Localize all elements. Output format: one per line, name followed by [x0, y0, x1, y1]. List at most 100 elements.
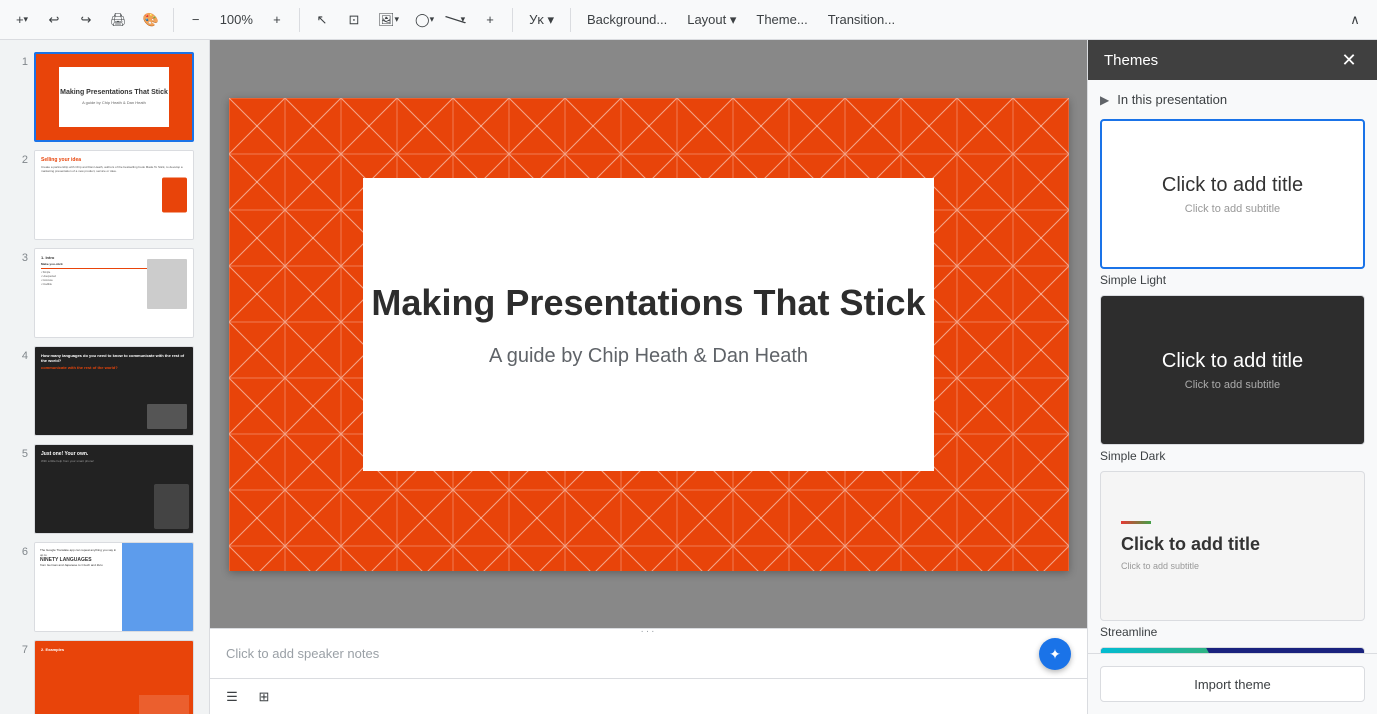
shape-button[interactable]: ◯ ▾ — [409, 6, 440, 34]
canvas-scroll[interactable]: Making Presentations That Stick A guide … — [210, 40, 1087, 628]
slide-thumb-content: Create a partnership with Chip and Dan H… — [41, 165, 187, 173]
slide-thumb-text2: from German and Japanese to Czech and Zu… — [40, 563, 117, 567]
close-icon: ✕ — [1341, 50, 1356, 71]
slide-number: 1 — [8, 56, 28, 68]
print-icon: 🖨 — [110, 12, 127, 28]
themes-panel: Themes ✕ ▶ In this presentation Click to… — [1087, 40, 1377, 714]
themes-import-section: Import theme — [1088, 653, 1377, 714]
slide-thumb-image — [147, 259, 187, 309]
theme-card-simple-light[interactable]: Click to add title Click to add subtitle… — [1100, 119, 1365, 287]
undo-button[interactable]: ↩ — [40, 6, 68, 34]
background-button[interactable]: Background... — [579, 6, 675, 34]
collapse-icon: ∧ — [1350, 12, 1360, 28]
zoom-out-icon: − — [192, 12, 200, 27]
slide-thumbnail[interactable]: The Google Translate app can repeat anyt… — [34, 542, 194, 632]
themes-header: Themes ✕ — [1088, 40, 1377, 80]
zoom-in-icon: + — [273, 12, 281, 27]
text-box-button[interactable]: ⊡ — [340, 6, 368, 34]
main-container: 1 Making Presentations That Stick A guid… — [0, 40, 1377, 714]
shape-icon: ◯ — [415, 12, 430, 28]
slide-thumbnail[interactable]: 1. Intro Make-you-stick • Simple• Unexpe… — [34, 248, 194, 338]
image-button[interactable]: 🖼 ▾ — [372, 6, 405, 34]
grid-view-button[interactable]: ⊞ — [250, 683, 278, 711]
slide-thumb-white-center: Making Presentations That Stick A guide … — [59, 67, 168, 127]
slide-item[interactable]: 6 The Google Translate app can repeat an… — [0, 538, 209, 636]
slide-item[interactable]: 7 2. Examples — [0, 636, 209, 714]
slide-subtitle[interactable]: A guide by Chip Heath & Dan Heath — [489, 345, 808, 368]
slide-thumbnail[interactable]: 2. Examples — [34, 640, 194, 714]
select-tool-button[interactable]: ↖ — [308, 6, 336, 34]
zoom-out-button[interactable]: − — [182, 6, 210, 34]
slide-thumb-image — [162, 178, 187, 213]
theme-name-simple-dark: Simple Dark — [1100, 449, 1365, 463]
shape-dropdown-icon: ▾ — [430, 14, 435, 25]
slide-thumbnail[interactable]: Selling your idea Create a partnership w… — [34, 150, 194, 240]
line-button[interactable]: ╲ ▾ — [444, 6, 472, 34]
slide-thumbnail[interactable]: Making Presentations That Stick A guide … — [34, 52, 194, 142]
slide-item[interactable]: 1 Making Presentations That Stick A guid… — [0, 48, 209, 146]
themes-section-header[interactable]: ▶ In this presentation — [1100, 92, 1365, 107]
more-button[interactable]: + — [476, 6, 504, 34]
slide-thumbnail[interactable]: Just one! Your own. With a little help f… — [34, 444, 194, 534]
smart-compose-button[interactable]: ✦ — [1039, 638, 1071, 670]
slide-content-area[interactable]: Making Presentations That Stick A guide … — [363, 178, 934, 471]
slide-thumb-title: How many languages do you need to know t… — [41, 353, 187, 363]
transition-button[interactable]: Transition... — [820, 6, 903, 34]
cursor-icon: ↖ — [317, 12, 328, 28]
redo-icon: ↪ — [81, 12, 92, 28]
print-button[interactable]: 🖨 — [104, 6, 133, 34]
collapse-panel-button[interactable]: ∧ — [1341, 6, 1369, 34]
font-button[interactable]: Уκ ▾ — [521, 6, 562, 34]
image-icon: 🖼 — [378, 12, 395, 28]
list-view-button[interactable]: ☰ — [218, 683, 246, 711]
slide-item[interactable]: 2 Selling your idea Create a partnership… — [0, 146, 209, 244]
toolbar: + ▾ ↩ ↪ 🖨 🎨 − 100% + ↖ ⊡ 🖼 ▾ ◯ ▾ ╲ ▾ + — [0, 0, 1377, 40]
theme-card-streamline[interactable]: Click to add title Click to add subtitle… — [1100, 471, 1365, 639]
more-icon: + — [486, 12, 494, 27]
slide-thumb-highlight: communicate with the rest of the world? — [41, 365, 187, 370]
theme-preview-title: Click to add title — [1162, 350, 1303, 373]
redo-button[interactable]: ↪ — [72, 6, 100, 34]
paint-format-button[interactable]: 🎨 — [137, 6, 165, 34]
speaker-notes[interactable]: ··· Click to add speaker notes ✦ — [210, 628, 1087, 678]
zoom-value-button[interactable]: 100% — [214, 6, 259, 34]
canvas-area: Making Presentations That Stick A guide … — [210, 40, 1087, 714]
slide-thumb-phone-image — [154, 484, 189, 529]
zoom-value-label: 100% — [220, 12, 253, 27]
background-label: Background... — [587, 12, 667, 27]
theme-name-streamline: Streamline — [1100, 625, 1365, 639]
slide-number: 6 — [8, 546, 28, 558]
slides-panel: 1 Making Presentations That Stick A guid… — [0, 40, 210, 714]
theme-card-simple-dark[interactable]: Click to add title Click to add subtitle… — [1100, 295, 1365, 463]
theme-preview-fourth[interactable]: Click to add title — [1100, 647, 1365, 653]
slide-thumbnail[interactable]: How many languages do you need to know t… — [34, 346, 194, 436]
divider-4 — [570, 8, 571, 32]
themes-close-button[interactable]: ✕ — [1337, 48, 1361, 72]
themes-section-label: In this presentation — [1117, 92, 1227, 107]
slide-main-title[interactable]: Making Presentations That Stick — [371, 281, 925, 324]
slide-thumb-title: Just one! Your own. — [41, 451, 187, 457]
theme-preview-simple-light[interactable]: Click to add title Click to add subtitle — [1100, 119, 1365, 269]
slide-thumb-subtitle: A guide by Chip Heath & Dan Heath — [82, 100, 146, 105]
theme-card-fourth[interactable]: Click to add title — [1100, 647, 1365, 653]
image-dropdown-icon: ▾ — [394, 14, 399, 25]
zoom-in-button[interactable]: + — [263, 6, 291, 34]
import-theme-button[interactable]: Import theme — [1100, 666, 1365, 702]
slide-thumb-divider — [41, 268, 158, 269]
slide-item[interactable]: 4 How many languages do you need to know… — [0, 342, 209, 440]
theme-preview-streamline[interactable]: Click to add title Click to add subtitle — [1100, 471, 1365, 621]
slide-item[interactable]: 3 1. Intro Make-you-stick • Simple• Unex… — [0, 244, 209, 342]
slide-number: 2 — [8, 154, 28, 166]
bottom-left-controls: ☰ ⊞ — [218, 683, 278, 711]
slide-canvas[interactable]: Making Presentations That Stick A guide … — [229, 98, 1069, 571]
notes-resize-handle[interactable]: ··· — [210, 629, 1087, 633]
font-label: Уκ ▾ — [529, 12, 554, 28]
slide-item[interactable]: 5 Just one! Your own. With a little help… — [0, 440, 209, 538]
layout-button[interactable]: Layout ▾ — [679, 6, 744, 34]
slide-thumb-text: The Google Translate app can repeat anyt… — [40, 548, 117, 557]
theme-preview-simple-dark[interactable]: Click to add title Click to add subtitle — [1100, 295, 1365, 445]
slide-thumb-subtitle: With a little help from your smart phone… — [41, 459, 187, 463]
theme-button[interactable]: Theme... — [748, 6, 815, 34]
divider-1 — [173, 8, 174, 32]
add-button[interactable]: + ▾ — [8, 6, 36, 34]
